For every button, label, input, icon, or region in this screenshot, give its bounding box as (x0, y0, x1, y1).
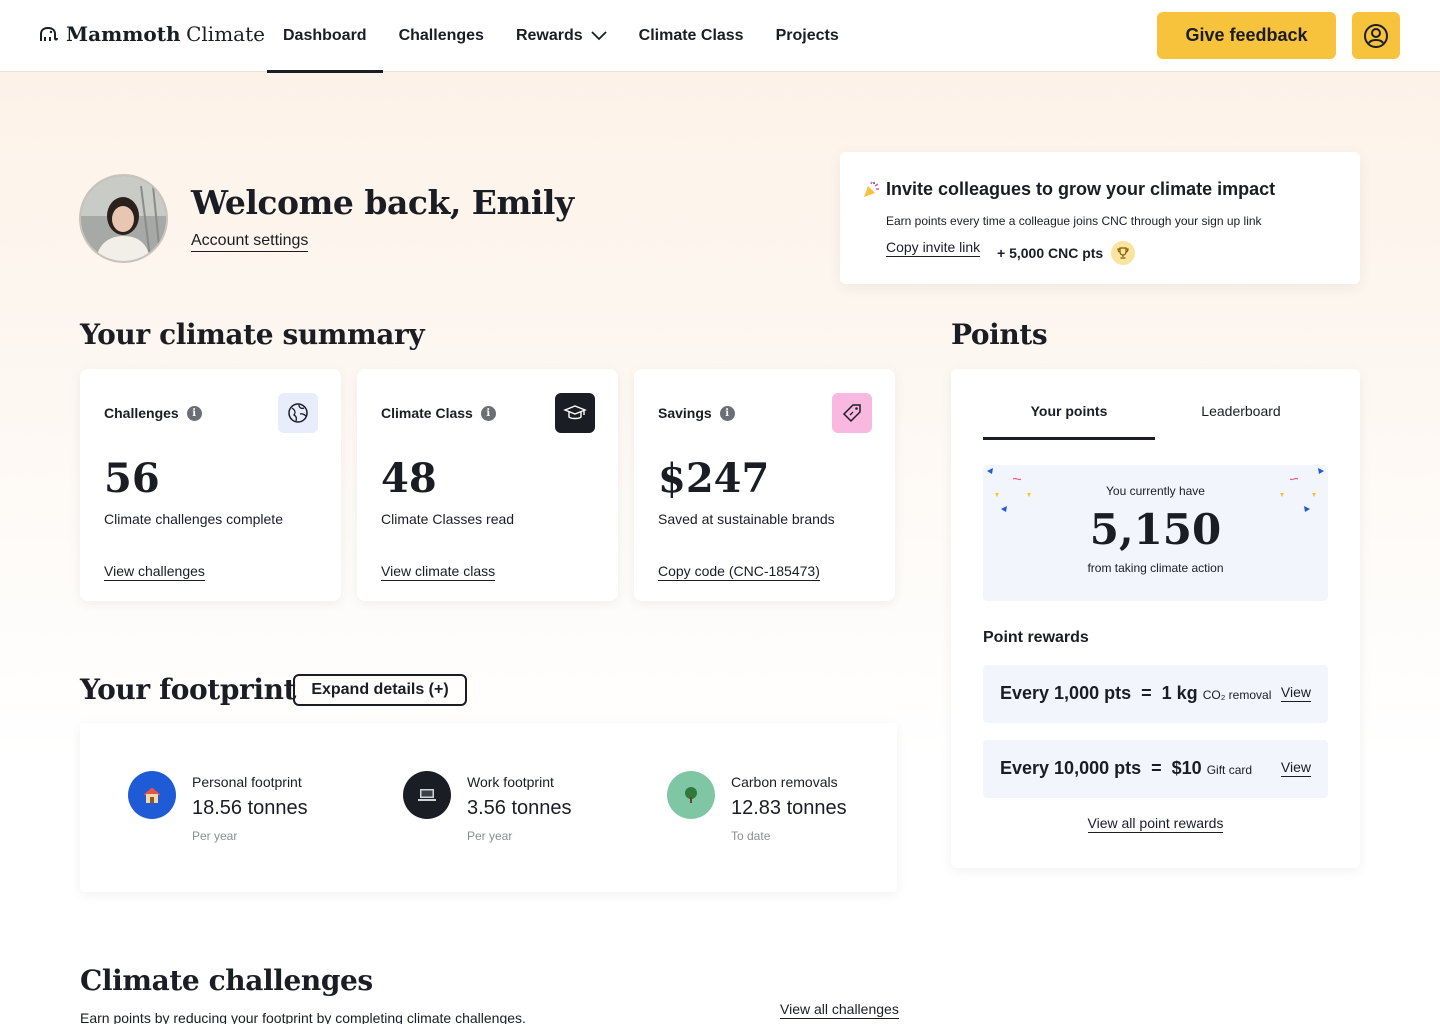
graduation-cap-icon (555, 393, 595, 433)
info-icon[interactable]: i (719, 405, 735, 421)
invite-card: Invite colleagues to grow your climate i… (840, 152, 1360, 284)
trophy-icon (1111, 241, 1136, 265)
tree-icon (667, 771, 715, 819)
climate-challenges-subtitle: Earn points by reducing your footprint b… (80, 1010, 526, 1024)
points-balance: 5,150 (1089, 505, 1222, 554)
account-settings-link[interactable]: Account settings (191, 232, 309, 252)
climate-challenges-heading: Climate challenges (80, 964, 373, 997)
nav-dashboard[interactable]: Dashboard (267, 0, 383, 73)
carbon-removals-value: 12.83 tonnes (731, 797, 847, 819)
balance-caption: You currently have (1106, 484, 1205, 498)
carbon-removals-note: To date (731, 829, 771, 843)
info-icon[interactable]: i (186, 405, 202, 421)
view-reward-link[interactable]: View (1280, 684, 1311, 702)
personal-footprint-note: Per year (192, 829, 238, 843)
info-icon[interactable]: i (480, 405, 496, 421)
points-balance-panel: You currently have 5,150 from taking cli… (983, 465, 1328, 601)
party-popper-icon (864, 181, 879, 197)
main-nav: Dashboard Challenges Rewards Climate Cla… (267, 0, 855, 73)
climate-class-count: 48 (381, 455, 437, 502)
reward-text: Every 1,000 pts = 1 kg CO₂ removal (1000, 683, 1272, 703)
invite-subtitle: Earn points every time a colleague joins… (886, 214, 1262, 228)
logo[interactable]: Mammoth Climate (38, 22, 265, 47)
view-all-challenges-link[interactable]: View all challenges (780, 1001, 899, 1019)
globe-icon (278, 393, 318, 433)
climate-class-card-label: Climate Class i (381, 405, 496, 421)
savings-card-label: Savings i (658, 405, 735, 421)
active-tab-indicator (983, 437, 1155, 440)
avatar (79, 174, 168, 263)
view-reward-link[interactable]: View (1280, 759, 1311, 777)
point-rewards-heading: Point rewards (983, 629, 1089, 646)
chevron-down-icon (591, 31, 607, 41)
challenges-count: 56 (104, 455, 160, 502)
reward-row: Every 1,000 pts = 1 kg CO₂ removal View (983, 665, 1328, 723)
nav-projects[interactable]: Projects (760, 0, 855, 72)
personal-footprint-label: Personal footprint (192, 774, 302, 790)
personal-footprint-value: 18.56 tonnes (192, 797, 308, 819)
expand-details-button[interactable]: Expand details (+) (293, 674, 467, 706)
points-heading: Points (951, 318, 1048, 351)
nav-challenges[interactable]: Challenges (383, 0, 500, 72)
invite-points: + 5,000 CNC pts (997, 241, 1136, 265)
tab-your-points[interactable]: Your points (983, 403, 1155, 419)
challenges-desc: Climate challenges complete (104, 511, 283, 527)
climate-summary-heading: Your climate summary (80, 318, 425, 351)
logo-text: Mammoth Climate (66, 22, 265, 46)
view-climate-class-link[interactable]: View climate class (381, 563, 496, 581)
savings-card: Savings i $247 Saved at sustainable bran… (634, 369, 895, 601)
savings-amount: $247 (658, 455, 770, 502)
savings-desc: Saved at sustainable brands (658, 511, 835, 527)
footprint-heading: Your footprint (80, 673, 297, 706)
house-icon (128, 771, 176, 819)
nav-climate-class[interactable]: Climate Class (623, 0, 760, 72)
mammoth-icon (40, 26, 58, 41)
work-footprint-value: 3.56 tonnes (467, 797, 572, 819)
price-tag-icon (832, 393, 872, 433)
points-card: Your points Leaderboard You currently ha… (951, 369, 1360, 868)
work-footprint-label: Work footprint (467, 774, 554, 790)
view-challenges-link[interactable]: View challenges (104, 563, 205, 581)
nav-rewards[interactable]: Rewards (500, 0, 623, 72)
challenges-card: Challenges i 56 Climate challenges compl… (80, 369, 341, 601)
give-feedback-button[interactable]: Give feedback (1157, 12, 1336, 59)
tab-leaderboard[interactable]: Leaderboard (1155, 403, 1327, 419)
carbon-removals-label: Carbon removals (731, 774, 838, 790)
top-navigation-bar: Mammoth Climate Dashboard Challenges Rew… (0, 0, 1440, 73)
reward-row: Every 10,000 pts = $10 Gift card View (983, 740, 1328, 798)
copy-invite-link[interactable]: Copy invite link (886, 239, 981, 257)
welcome-title: Welcome back, Emily (191, 183, 574, 222)
balance-subcaption: from taking climate action (1087, 561, 1224, 575)
view-all-rewards-link[interactable]: View all point rewards (951, 815, 1360, 833)
user-icon (1364, 23, 1388, 48)
reward-text: Every 10,000 pts = $10 Gift card (1000, 758, 1253, 778)
laptop-icon (403, 771, 451, 819)
climate-class-card: Climate Class i 48 Climate Classes read … (357, 369, 618, 601)
footprint-card: Personal footprint 18.56 tonnes Per year… (80, 723, 897, 892)
work-footprint-note: Per year (467, 829, 513, 843)
profile-photo (81, 176, 166, 261)
invite-title: Invite colleagues to grow your climate i… (862, 179, 1275, 200)
copy-code-link[interactable]: Copy code (CNC-185473) (658, 563, 820, 581)
challenges-card-label: Challenges i (104, 405, 202, 421)
profile-button[interactable] (1352, 12, 1400, 59)
climate-class-desc: Climate Classes read (381, 511, 515, 527)
